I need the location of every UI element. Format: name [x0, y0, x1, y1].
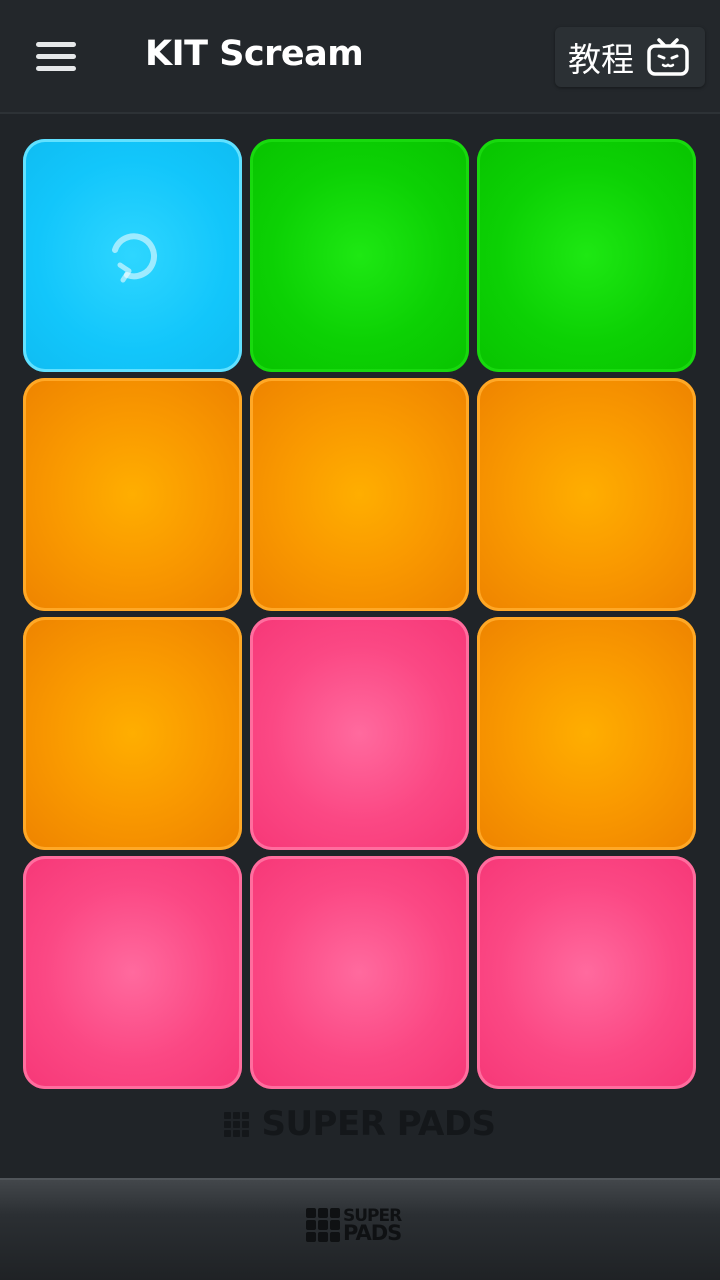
loop-icon — [111, 232, 157, 282]
footer-logo-line2: PADS — [343, 1221, 402, 1245]
pad-3[interactable] — [477, 139, 696, 372]
pad-5[interactable] — [250, 378, 469, 611]
footer-bar: SUPER PADS — [0, 1178, 720, 1280]
kit-title[interactable]: KIT Scream — [145, 34, 364, 74]
menu-button[interactable] — [28, 34, 84, 78]
pad-4[interactable] — [23, 378, 242, 611]
footer-logo[interactable]: SUPER PADS — [306, 1208, 402, 1245]
top-bar: KIT Scream 教程 — [0, 0, 720, 114]
pad-9[interactable] — [477, 617, 696, 850]
pad-11[interactable] — [250, 856, 469, 1089]
tutorial-button[interactable]: 教程 — [555, 27, 705, 87]
pad-grid — [23, 139, 696, 1089]
pad-2[interactable] — [250, 139, 469, 372]
app-root: KIT Scream 教程 SUPER PADS SUPER PADS — [0, 0, 720, 1280]
pad-12[interactable] — [477, 856, 696, 1089]
grid-logo-icon — [224, 1111, 250, 1137]
watermark-text: SUPER PADS — [261, 1104, 496, 1144]
footer-logo-text: SUPER PADS — [343, 1208, 402, 1245]
hamburger-menu-icon — [36, 41, 76, 47]
pad-7[interactable] — [23, 617, 242, 850]
pad-10[interactable] — [23, 856, 242, 1089]
pad-1[interactable] — [23, 139, 242, 372]
super-pads-watermark: SUPER PADS — [0, 1104, 720, 1144]
grid-logo-icon — [306, 1208, 340, 1242]
hamburger-menu-icon — [36, 53, 76, 59]
tv-icon — [647, 38, 689, 76]
hamburger-menu-icon — [36, 65, 76, 71]
tutorial-label: 教程 — [568, 40, 634, 79]
pad-6[interactable] — [477, 378, 696, 611]
pad-8[interactable] — [250, 617, 469, 850]
